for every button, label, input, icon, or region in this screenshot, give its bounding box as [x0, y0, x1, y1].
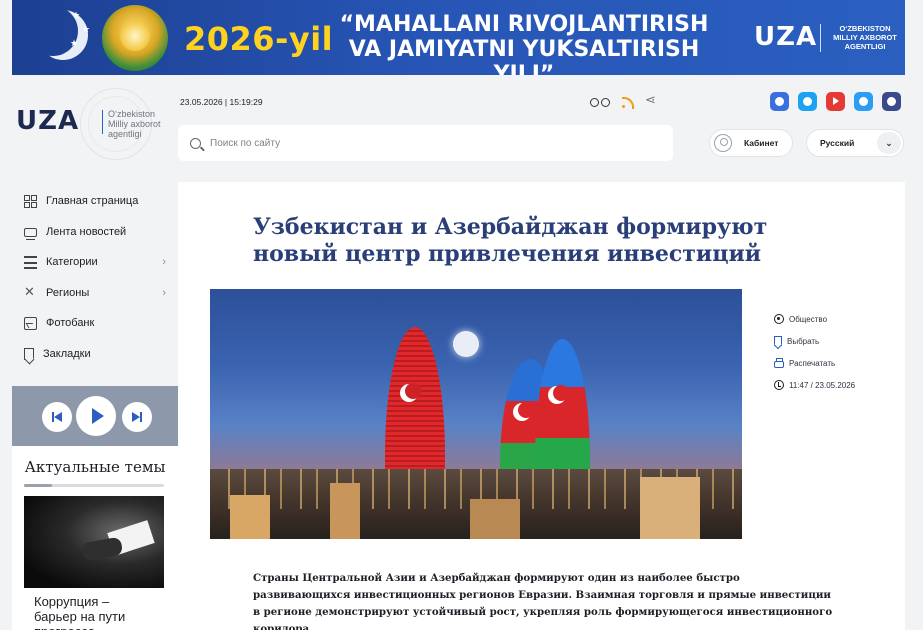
list-icon [24, 255, 37, 269]
sidebar-item-label: Главная страница [46, 195, 139, 208]
twitter-icon[interactable] [798, 92, 817, 111]
share-icon[interactable] [645, 92, 657, 108]
banner-year: 2026-yil [184, 20, 334, 58]
building [230, 495, 270, 539]
flag-crescent [513, 402, 534, 421]
grid-icon [24, 194, 37, 208]
facebook-icon[interactable] [770, 92, 789, 111]
social-links [770, 92, 901, 111]
topics-panel: Актуальные темы Коррупция – барьер на пу… [12, 446, 178, 630]
sidebar-item-label: Закладки [43, 347, 91, 360]
sidebar-item-regions[interactable]: Регионы › [24, 278, 174, 309]
chevron-down-icon[interactable]: ⌄ [877, 132, 901, 154]
feed-icon [24, 228, 37, 241]
article-card: Узбекистан и Азербайджан формируют новый… [178, 182, 905, 630]
logo-wordmark: UZA [16, 106, 80, 136]
banner-agency-name: O‘ZBEKISTON MILLIY AXBOROT AGENTLIGI [833, 24, 897, 51]
time-label: 11:47 / 23.05.2026 [789, 380, 856, 390]
category-icon [774, 314, 784, 324]
flag-crescent [400, 383, 421, 402]
print-button[interactable]: Распечатать [774, 352, 894, 374]
search-icon [190, 137, 201, 149]
previous-track-button[interactable] [42, 402, 72, 432]
next-track-button[interactable] [122, 402, 152, 432]
article-headline: Узбекистан и Азербайджан формируют новый… [253, 214, 768, 267]
building [470, 499, 520, 539]
star-icon: ★ [70, 38, 79, 48]
search-input[interactable] [210, 137, 650, 149]
star-icon: ★ [82, 24, 91, 34]
flag-crescent [548, 385, 569, 404]
clock-icon [774, 380, 784, 390]
sidebar-item-bookmarks[interactable]: Закладки [24, 339, 174, 370]
article-photo[interactable] [210, 289, 742, 539]
building [330, 483, 360, 539]
bookmark-button[interactable]: Выбрать [774, 330, 894, 352]
sidebar-item-news-feed[interactable]: Лента новостей [24, 217, 174, 248]
printer-icon [774, 358, 784, 368]
logo-divider [102, 110, 103, 134]
play-button[interactable] [76, 396, 116, 436]
photo-moon [453, 331, 479, 357]
photo-icon [24, 316, 37, 330]
topic-caption[interactable]: Коррупция – барьер на пути прогресса [24, 588, 164, 630]
search-bar[interactable] [178, 125, 673, 161]
sidebar-item-photobank[interactable]: Фотобанк [24, 308, 174, 339]
sidebar-item-label: Регионы [46, 286, 90, 299]
topic-image-hand [80, 536, 124, 562]
article-time: 11:47 / 23.05.2026 [774, 374, 894, 396]
topics-title: Актуальные темы [24, 458, 166, 476]
sidebar-item-categories[interactable]: Категории › [24, 247, 174, 278]
star-icon: ★ [72, 10, 81, 20]
telegram-icon[interactable] [854, 92, 873, 111]
user-icon [714, 134, 732, 152]
language-label: Русский [820, 138, 855, 148]
cabinet-button[interactable]: Кабинет [709, 129, 793, 157]
banner-divider [820, 24, 821, 52]
top-banner[interactable]: ★ ★ ★ 2026-yil “MAHALLANI RIVOJLANTIRISH… [12, 0, 905, 75]
topics-carousel-indicator[interactable] [24, 484, 164, 487]
cabinet-label: Кабинет [744, 138, 779, 148]
banner-slogan: “MAHALLANI RIVOJLANTIRISH VA JAMIYATNI Y… [339, 12, 709, 75]
instagram-icon[interactable] [882, 92, 901, 111]
logo-subtitle: O‘zbekiston Milliy axborot agentligi [108, 109, 161, 139]
accessibility-glasses-icon[interactable] [590, 97, 610, 107]
rss-icon[interactable] [622, 96, 634, 109]
chevron-right-icon: › [162, 256, 166, 268]
state-emblem [102, 5, 168, 71]
current-datetime: 23.05.2026 | 15:19:29 [180, 97, 263, 107]
article-lead: Страны Центральной Азии и Азербайджан фо… [253, 572, 833, 630]
bookmark-icon [24, 347, 34, 360]
bookmark-icon [774, 336, 782, 346]
regions-icon [24, 284, 37, 300]
sidebar-item-label: Категории [46, 256, 98, 269]
audio-player [12, 386, 178, 446]
print-label: Распечатать [789, 358, 836, 368]
bookmark-label: Выбрать [787, 336, 820, 346]
category-label: Общество [789, 314, 828, 324]
sidebar-menu: Главная страница Лента новостей Категори… [24, 186, 174, 369]
site-logo[interactable]: UZA O‘zbekiston Milliy axborot agentligi [16, 88, 166, 160]
sidebar-item-home[interactable]: Главная страница [24, 186, 174, 217]
article-category[interactable]: Общество [774, 308, 894, 330]
article-meta: Общество Выбрать Распечатать 11:47 / 23.… [774, 308, 894, 396]
sidebar-item-label: Фотобанк [46, 317, 95, 330]
sidebar-item-label: Лента новостей [46, 225, 127, 238]
header-tools [590, 92, 657, 112]
chevron-right-icon: › [162, 286, 166, 299]
building [640, 477, 700, 539]
banner-uza-logo: UZA [754, 22, 818, 52]
language-select[interactable]: Русский ⌄ [806, 129, 904, 157]
youtube-icon[interactable] [826, 92, 845, 111]
topic-image[interactable] [24, 496, 164, 588]
